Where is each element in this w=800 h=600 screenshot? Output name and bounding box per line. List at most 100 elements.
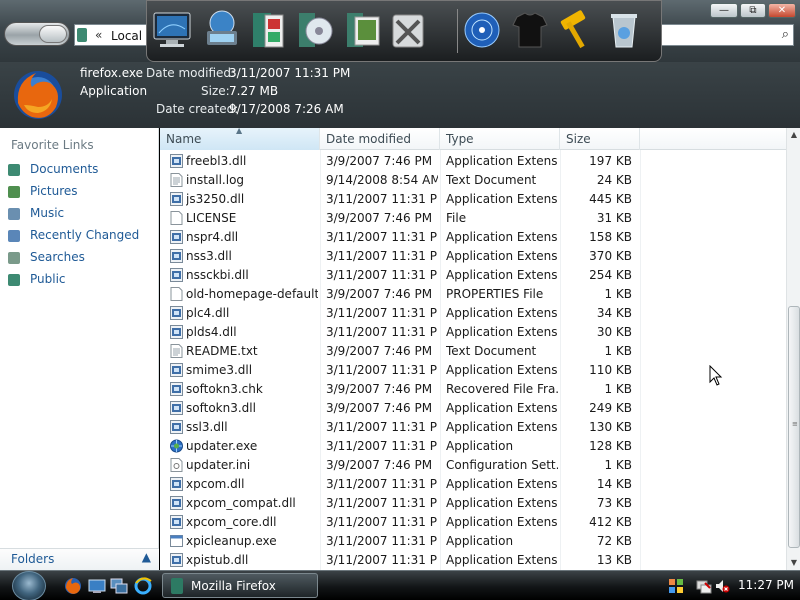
file-date-modified: 3/9/2007 7:46 PM xyxy=(326,344,433,358)
sidebar-item-label: Documents xyxy=(30,162,99,176)
switch-windows-icon[interactable] xyxy=(110,577,128,595)
documents-icon[interactable] xyxy=(247,7,289,53)
sidebar-item-pictures[interactable]: Pictures xyxy=(6,182,156,202)
monitor-icon[interactable] xyxy=(151,7,193,53)
recycle-bin-icon[interactable] xyxy=(603,7,645,53)
sidebar-item-documents[interactable]: Documents xyxy=(6,160,156,180)
table-row[interactable]: plc4.dll 3/11/2007 11:31 PM Application Ex… xyxy=(160,304,786,323)
file-type: Application Extens... xyxy=(446,154,558,168)
music-icon xyxy=(8,208,20,220)
scroll-up-button[interactable]: ▲ xyxy=(787,128,800,142)
file-name: xpistub.dll xyxy=(186,553,249,567)
table-row[interactable]: updater.ini 3/9/2007 7:46 PM Configuration… xyxy=(160,456,786,475)
network-computer-icon[interactable] xyxy=(201,7,243,53)
table-row[interactable]: ssl3.dll 3/11/2007 11:31 PM Application Ex… xyxy=(160,418,786,437)
pictures-icon[interactable] xyxy=(341,7,383,53)
file-size: 1 KB xyxy=(604,344,632,358)
table-row[interactable]: xpistub.dll 3/11/2007 11:31 PM Application… xyxy=(160,551,786,570)
dll-file-icon xyxy=(170,192,183,206)
internet-explorer-icon[interactable] xyxy=(134,577,152,595)
sidebar-item-label: Recently Changed xyxy=(30,228,140,242)
sidebar-item-music[interactable]: Music xyxy=(6,204,156,224)
file-type: Application xyxy=(446,439,514,453)
table-row[interactable]: nss3.dll 3/11/2007 11:31 PM Application Ex… xyxy=(160,247,786,266)
taskbar-button-mozilla-firefox[interactable]: Mozilla Firefox xyxy=(162,573,318,598)
close-button[interactable]: ✕ xyxy=(768,3,796,18)
table-row[interactable]: README.txt 3/9/2007 7:46 PM Text Document 1… xyxy=(160,342,786,361)
sidebar-item-label: Pictures xyxy=(30,184,78,198)
file-size: 445 KB xyxy=(589,192,632,206)
network-icon[interactable] xyxy=(696,578,712,594)
file-size: 370 KB xyxy=(589,249,632,263)
show-desktop-icon[interactable] xyxy=(88,577,106,595)
dll-file-icon xyxy=(170,496,183,510)
table-row[interactable]: plds4.dll 3/11/2007 11:31 PM Application E… xyxy=(160,323,786,342)
table-row[interactable]: old-homepage-default... 3/9/2007 7:46 PM P… xyxy=(160,285,786,304)
address-text[interactable]: Local xyxy=(111,29,142,43)
tools-icon[interactable] xyxy=(387,7,429,53)
windows-flag-icon[interactable] xyxy=(668,578,684,594)
windows-start-orb-icon[interactable] xyxy=(12,571,46,600)
file-type: Application Extens... xyxy=(446,515,558,529)
column-header-name[interactable]: Name ▲ xyxy=(160,126,320,150)
file-date-modified: 3/11/2007 11:31 PM xyxy=(326,496,438,510)
file-size: 1 KB xyxy=(604,287,632,301)
file-name: nss3.dll xyxy=(186,249,232,263)
media-player-icon[interactable] xyxy=(293,7,335,53)
taskbar-clock[interactable]: 11:27 PM xyxy=(738,578,794,592)
file-type: Application Extens... xyxy=(446,477,558,491)
table-row[interactable]: install.log 9/14/2008 8:54 AM Text Documen… xyxy=(160,171,786,190)
table-row[interactable]: xpcom.dll 3/11/2007 11:31 PM Application E… xyxy=(160,475,786,494)
file-type: Application xyxy=(446,534,514,548)
table-row[interactable]: smime3.dll 3/11/2007 11:31 PM Application … xyxy=(160,361,786,380)
file-name: updater.exe xyxy=(186,439,258,453)
file-name: plc4.dll xyxy=(186,306,230,320)
breadcrumb-overflow-chevron[interactable]: « xyxy=(95,28,102,42)
scroll-down-button[interactable]: ▼ xyxy=(787,556,800,570)
dll-file-icon xyxy=(170,306,183,320)
volume-muted-icon[interactable] xyxy=(714,578,730,594)
maximize-button[interactable]: ⧉ xyxy=(740,3,766,18)
dll-file-icon xyxy=(170,382,183,396)
table-row[interactable]: xpcom_core.dll 3/11/2007 11:31 PM Applicat… xyxy=(160,513,786,532)
vertical-scrollbar[interactable]: ▲ ≡ ▼ xyxy=(786,128,800,570)
table-row[interactable]: freebl3.dll 3/9/2007 7:46 PM Application E… xyxy=(160,152,786,171)
table-row[interactable]: LICENSE 3/9/2007 7:46 PM File 31 KB xyxy=(160,209,786,228)
file-date-modified: 3/11/2007 11:31 PM xyxy=(326,249,438,263)
minimize-button[interactable]: — xyxy=(710,3,738,18)
file-size: 72 KB xyxy=(596,534,632,548)
table-row[interactable]: xpcom_compat.dll 3/11/2007 11:31 PM Applic… xyxy=(160,494,786,513)
forward-button[interactable] xyxy=(39,25,67,43)
file-name: softokn3.chk xyxy=(186,382,263,396)
firefox-icon[interactable] xyxy=(64,577,82,595)
table-row[interactable]: softokn3.dll 3/9/2007 7:46 PM Application … xyxy=(160,399,786,418)
file-date-modified: 3/11/2007 11:31 PM xyxy=(326,439,438,453)
table-row[interactable]: softokn3.chk 3/9/2007 7:46 PM Recovered Fi… xyxy=(160,380,786,399)
scrollbar-thumb[interactable]: ≡ xyxy=(788,306,800,548)
chevron-up-icon: ▲ xyxy=(141,550,151,564)
file-name: nssckbi.dll xyxy=(186,268,249,282)
table-row[interactable]: js3250.dll 3/11/2007 11:31 PM Application … xyxy=(160,190,786,209)
tshirt-icon[interactable] xyxy=(509,7,551,53)
back-forward-buttons[interactable] xyxy=(4,22,70,46)
table-row[interactable]: nspr4.dll 3/11/2007 11:31 PM Application E… xyxy=(160,228,786,247)
column-header-date[interactable]: Date modified xyxy=(320,128,440,150)
file-date-modified: 3/11/2007 11:31 PM xyxy=(326,534,438,548)
file-date-modified: 9/14/2008 8:54 AM xyxy=(326,173,438,187)
hammer-icon[interactable] xyxy=(555,7,597,53)
column-header-type[interactable]: Type xyxy=(440,128,560,150)
sidebar-item-public[interactable]: Public xyxy=(6,270,156,290)
column-header-size[interactable]: Size xyxy=(560,128,640,150)
file-size: 249 KB xyxy=(589,401,632,415)
sidebar-item-recently-changed[interactable]: Recently Changed xyxy=(6,226,156,246)
generic-file-icon xyxy=(170,211,183,225)
table-row[interactable]: xpicleanup.exe 3/11/2007 11:31 PM Applicat… xyxy=(160,532,786,551)
file-name: smime3.dll xyxy=(186,363,253,377)
folders-toggle[interactable]: Folders ▲ xyxy=(0,548,159,570)
globe-icon[interactable] xyxy=(461,7,503,53)
search-icon[interactable]: ⌕ xyxy=(782,27,789,42)
table-row[interactable]: nssckbi.dll 3/11/2007 11:31 PM Application… xyxy=(160,266,786,285)
recently-changed-icon xyxy=(8,230,20,242)
sidebar-item-searches[interactable]: Searches xyxy=(6,248,156,268)
table-row[interactable]: updater.exe 3/11/2007 11:31 PM Application… xyxy=(160,437,786,456)
